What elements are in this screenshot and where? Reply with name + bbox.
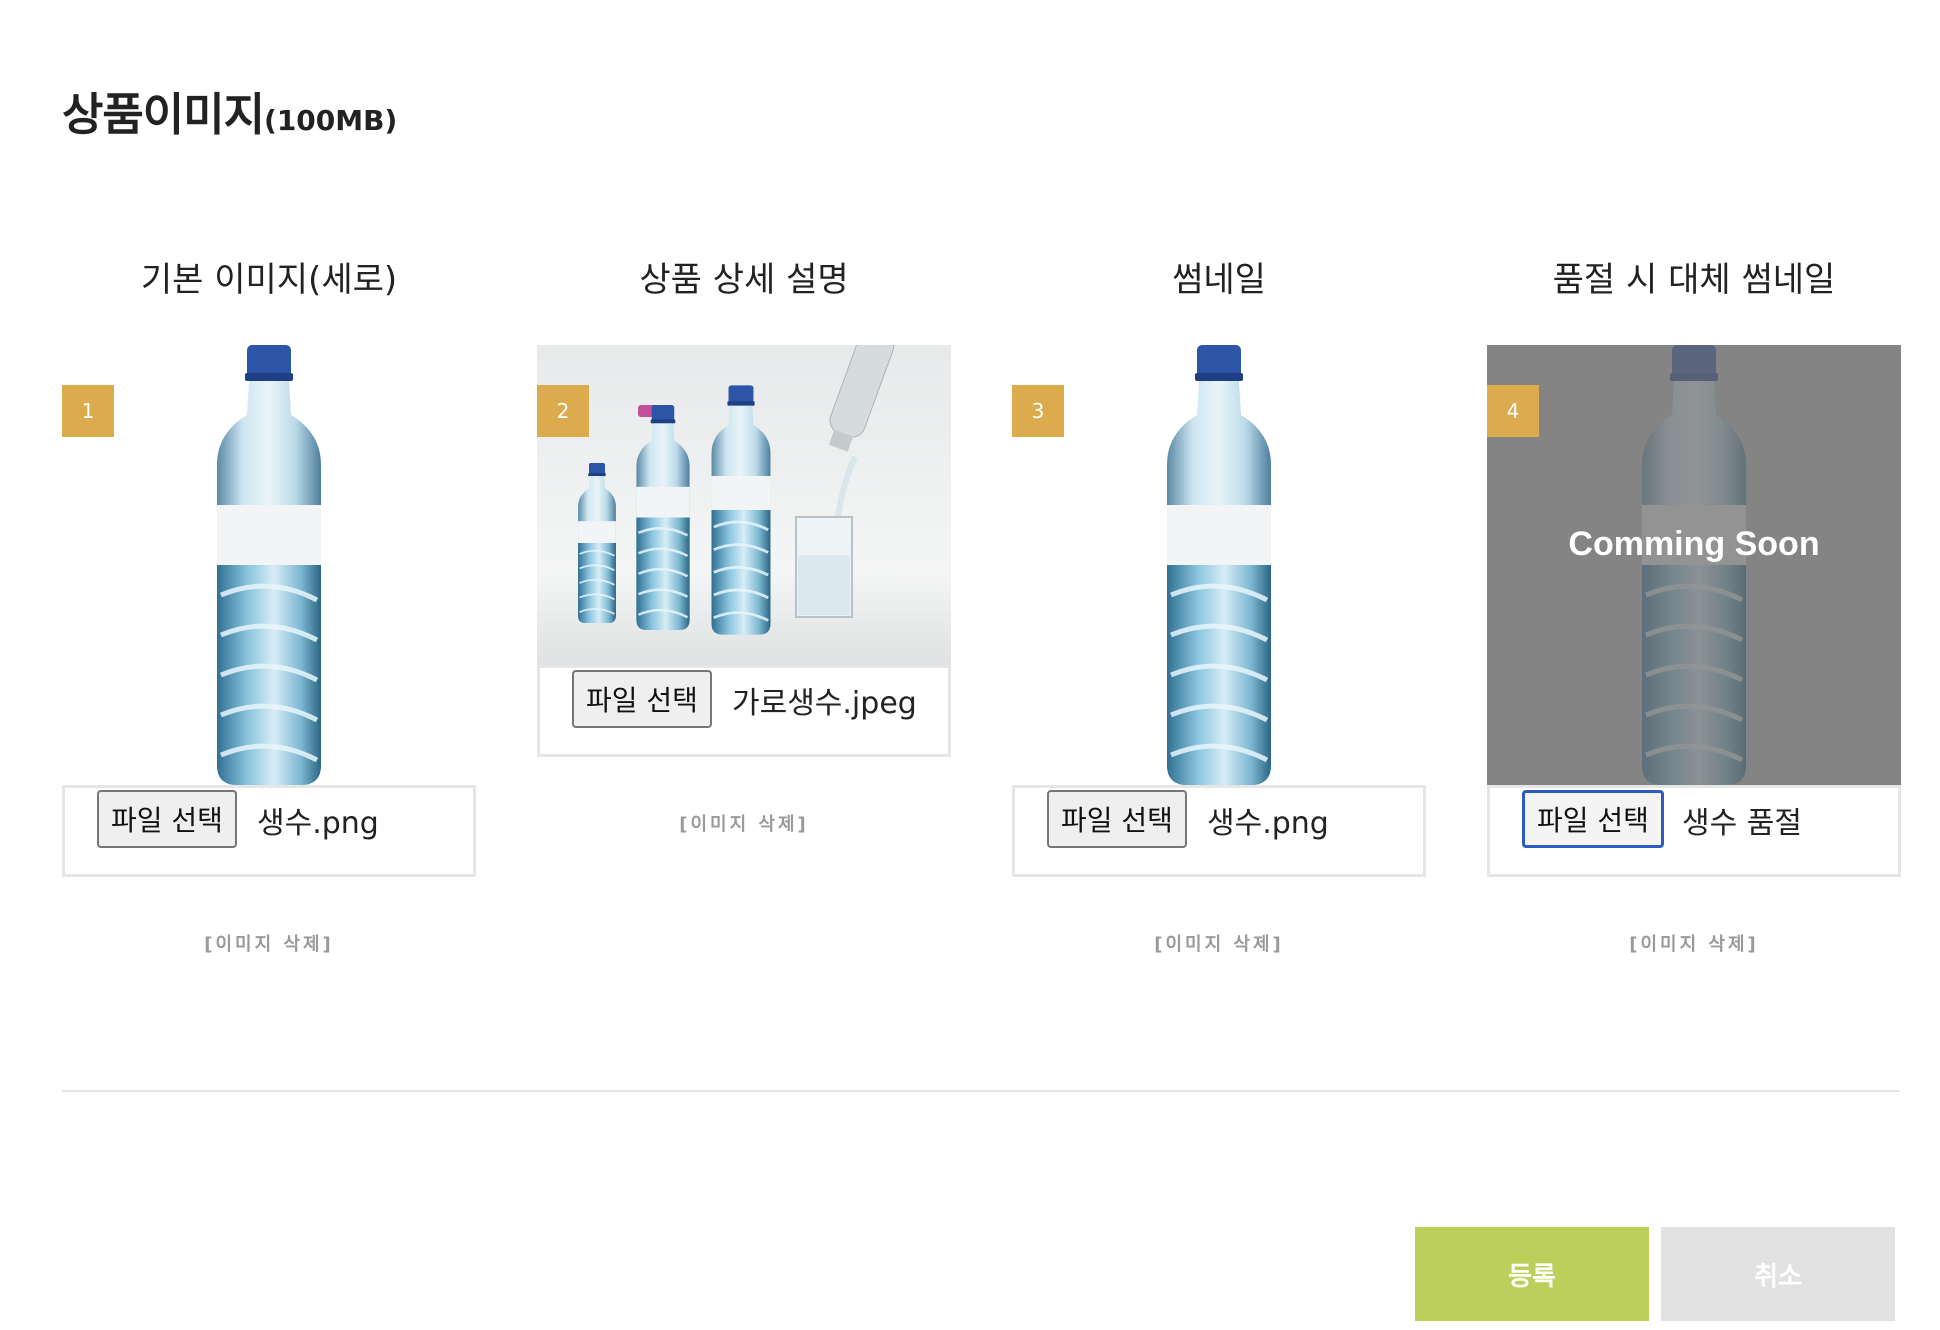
slot-1-number-badge: 1 [62,385,114,437]
slot-4-number-badge: 4 [1487,385,1539,437]
slot-1-heading: 기본 이미지(세로) [140,260,398,300]
sold-out-overlay [1487,345,1901,785]
page-title-size: (100MB) [264,104,398,137]
water-bottles-landscape-image [537,345,951,667]
section-divider [62,1090,1900,1092]
cancel-button[interactable]: 취소 [1661,1227,1895,1321]
slot-1-delete-image-link[interactable]: [이미지 삭제] [62,930,476,956]
comming-soon-text: Comming Soon [1568,525,1820,563]
slot-2-delete-image-link[interactable]: [이미지 삭제] [537,810,951,836]
submit-button[interactable]: 등록 [1415,1227,1649,1321]
slot-4-file-name: 생수 품절 [1682,806,1802,841]
slot-3-file-input[interactable]: 파일 선택 생수.png [1012,785,1426,877]
slot-4-image: Comming Soon [1487,345,1901,785]
slot-4-file-select-button[interactable]: 파일 선택 [1522,790,1664,848]
slot-3-delete-image-link[interactable]: [이미지 삭제] [1012,930,1426,956]
slot-2-file-name: 가로생수.jpeg [732,686,917,721]
slot-3-number-badge: 3 [1012,385,1064,437]
page-title-text: 상품이미지 [62,88,265,141]
slot-1-image [62,345,476,785]
slot-2-number-badge: 2 [537,385,589,437]
water-bottle-image [62,345,476,785]
water-bottle-image [1012,345,1426,785]
slot-3-image [1012,345,1426,785]
page-title: 상품이미지(100MB) [62,78,397,143]
slot-2-heading: 상품 상세 설명 [639,260,849,300]
slot-2-file-input[interactable]: 파일 선택 가로생수.jpeg [537,665,951,757]
slot-3-file-name: 생수.png [1207,806,1329,841]
slot-4-file-input[interactable]: 파일 선택 생수 품절 [1487,785,1901,877]
slot-3-heading: 썸네일 [1172,260,1266,300]
slot-2-file-select-button[interactable]: 파일 선택 [572,670,712,728]
slot-1-file-input[interactable]: 파일 선택 생수.png [62,785,476,877]
slot-1-file-select-button[interactable]: 파일 선택 [97,790,237,848]
slot-4-delete-image-link[interactable]: [이미지 삭제] [1487,930,1901,956]
slot-2-image [537,345,951,667]
slot-4-heading: 품절 시 대체 썸네일 [1552,260,1836,300]
slot-1-file-name: 생수.png [257,806,379,841]
slot-3-file-select-button[interactable]: 파일 선택 [1047,790,1187,848]
